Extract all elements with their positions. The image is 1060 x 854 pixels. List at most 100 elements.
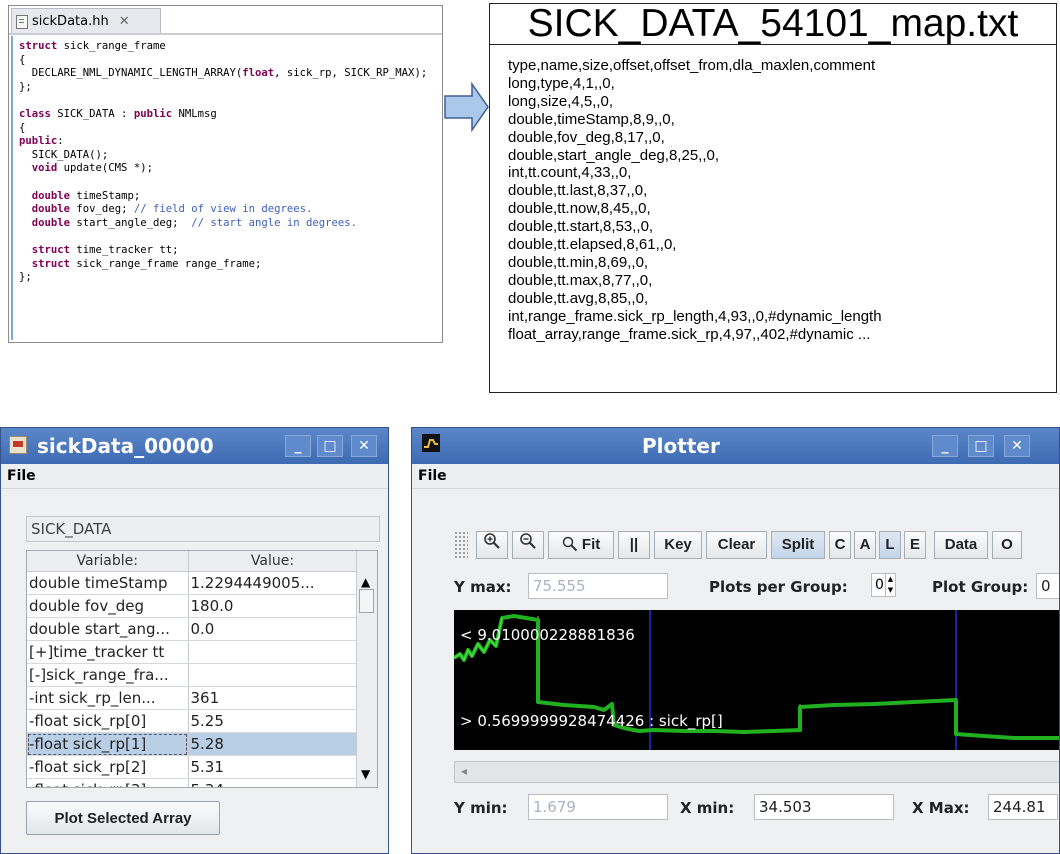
map-line: float_array,range_frame.sick_rp,4,97,,40… (508, 325, 871, 343)
table-cell-variable[interactable]: -float sick_rp[0] (27, 709, 189, 733)
pause-button[interactable]: || (618, 531, 650, 559)
table-cell-variable[interactable]: -float sick_rp[3] (27, 778, 189, 787)
column-header-value[interactable]: Value: (188, 551, 358, 572)
table-row[interactable]: -int sick_rp_len... 361 (27, 686, 358, 710)
table-cell-value[interactable]: 5.34 (188, 778, 358, 787)
table-row[interactable]: double fov_deg 180.0 (27, 594, 358, 618)
zoom-out-icon (520, 533, 536, 549)
table-cell-value[interactable]: 361 (188, 686, 358, 710)
data-button[interactable]: Data (934, 531, 988, 559)
plotter-close-button[interactable]: ✕ (1004, 435, 1030, 457)
class-name-field[interactable]: SICK_DATA (26, 516, 380, 542)
close-button[interactable]: ✕ (351, 435, 377, 457)
table-cell-value[interactable]: 5.31 (188, 755, 358, 779)
fit-label: Fit (581, 536, 601, 553)
code-token: start_angle_deg; (70, 216, 192, 229)
clear-button[interactable]: Clear (706, 531, 767, 559)
plotter-maximize-button[interactable]: □ (968, 435, 994, 457)
table-cell-value[interactable]: 5.28 (188, 732, 358, 756)
plot-group-field[interactable]: 0 (1036, 573, 1059, 599)
l-button[interactable]: L (879, 531, 901, 559)
y-min-field[interactable]: 1.679 (528, 794, 668, 820)
table-cell-variable[interactable]: double timeStamp (27, 571, 189, 595)
scroll-thumb[interactable] (359, 589, 374, 613)
code-line: struct time_tracker tt; (19, 244, 434, 258)
sickdata-titlebar[interactable]: sickData_00000 _ □ ✕ (1, 428, 388, 464)
a-button[interactable]: A (854, 531, 876, 559)
table-cell-variable[interactable]: [-]sick_range_fra... (27, 663, 189, 687)
code-line: struct sick_range_frame (19, 40, 434, 54)
horizontal-scrollbar[interactable]: ◂ (454, 761, 1059, 783)
plot-selected-array-button[interactable]: Plot Selected Array (26, 801, 220, 835)
map-line: double,tt.start,8,53,,0, (508, 218, 654, 236)
table-cell-value[interactable]: 0.0 (188, 617, 358, 641)
code-line: double fov_deg; // field of view in degr… (19, 203, 434, 217)
plots-per-group-spinner[interactable]: 0 ▲ ▼ (871, 573, 896, 597)
column-header-variable[interactable]: Variable: (27, 551, 189, 572)
table-row[interactable]: [+]time_tracker tt (27, 640, 358, 664)
e-button[interactable]: E (904, 531, 926, 559)
table-cell-variable[interactable]: double fov_deg (27, 594, 189, 618)
fit-button[interactable]: Fit (548, 531, 614, 559)
plotter-minimize-button[interactable]: _ (932, 435, 958, 457)
table-row[interactable]: -float sick_rp[1] 5.28 (27, 732, 358, 756)
scroll-up-icon[interactable]: ▲ (361, 575, 370, 589)
code-token: struct (31, 243, 71, 256)
toolbar-grip[interactable] (454, 531, 468, 559)
table-cell-value[interactable] (188, 663, 358, 687)
code-token: : (57, 135, 64, 148)
more-button[interactable]: O (992, 531, 1022, 559)
scroll-left-icon[interactable]: ◂ (461, 764, 467, 778)
variable-table[interactable]: Variable: Value: double timeStamp 1.22944… (26, 550, 378, 788)
table-row[interactable]: -float sick_rp[2] 5.31 (27, 755, 358, 779)
code-line: ​ (19, 230, 434, 244)
scroll-down-icon[interactable]: ▼ (361, 767, 370, 781)
code-token: update(CMS *); (57, 162, 153, 175)
table-row[interactable]: double start_ang... 0.0 (27, 617, 358, 641)
plot-canvas[interactable]: < 9.010000228881836 > 0.5699999928474426… (454, 610, 1059, 750)
key-button[interactable]: Key (654, 531, 702, 559)
code-line: struct sick_range_frame range_frame; (19, 258, 434, 272)
editor-tab[interactable]: sickData.hh ✕ (11, 8, 161, 34)
table-row[interactable]: double timeStamp 1.2294449005... (27, 571, 358, 595)
table-cell-variable[interactable]: -float sick_rp[1] (27, 732, 189, 756)
close-icon[interactable]: ✕ (119, 14, 130, 29)
maximize-button[interactable]: □ (317, 435, 343, 457)
table-cell-variable[interactable]: -int sick_rp_len... (27, 686, 189, 710)
table-cell-value[interactable]: 180.0 (188, 594, 358, 618)
plotter-titlebar[interactable]: Plotter _ □ ✕ (412, 428, 1059, 464)
table-row[interactable]: -float sick_rp[3]5.34 (27, 778, 358, 787)
vertical-scrollbar[interactable]: ▲ ▼ (356, 551, 377, 787)
map-line: type,name,size,offset,offset_from,dla_ma… (508, 57, 876, 74)
zoom-out-button[interactable] (512, 531, 544, 559)
table-cell-variable[interactable]: [+]time_tracker tt (27, 640, 189, 664)
table-row[interactable]: [-]sick_range_fra... (27, 663, 358, 687)
table-cell-value[interactable]: 5.25 (188, 709, 358, 733)
y-max-field[interactable]: 75.555 (528, 573, 668, 599)
plotter-menu-file[interactable]: File (418, 468, 447, 484)
table-row[interactable]: -float sick_rp[0] 5.25 (27, 709, 358, 733)
x-max-field[interactable]: 244.81 (988, 794, 1058, 820)
plotter-menu-bar: File (412, 464, 1059, 489)
x-min-field[interactable]: 34.503 (754, 794, 894, 820)
spinner-arrows-icon[interactable]: ▲ ▼ (885, 574, 895, 596)
table-cell-value[interactable] (188, 640, 358, 664)
code-token: SICK_DATA : (50, 107, 134, 120)
menu-file[interactable]: File (7, 468, 36, 484)
code-body[interactable]: struct sick_range_frame{ DECLARE_NML_DYN… (11, 36, 440, 340)
table-cell-variable[interactable]: double start_ang... (27, 617, 189, 641)
code-token: void (31, 162, 58, 175)
split-button[interactable]: Split (771, 531, 825, 559)
c-button[interactable]: C (829, 531, 851, 559)
minimize-button[interactable]: _ (285, 435, 311, 457)
code-token: // field of view in degrees. (133, 203, 313, 216)
zoom-in-button[interactable] (476, 531, 508, 559)
plot-toolbar: Fit || Key Clear Split C A L E Data O (454, 529, 1059, 559)
table-cell-value[interactable]: 1.2294449005... (188, 571, 358, 595)
plotter-window-title: Plotter (642, 434, 720, 458)
code-token: float (242, 67, 275, 80)
table-cell-variable[interactable]: -float sick_rp[2] (27, 755, 189, 779)
